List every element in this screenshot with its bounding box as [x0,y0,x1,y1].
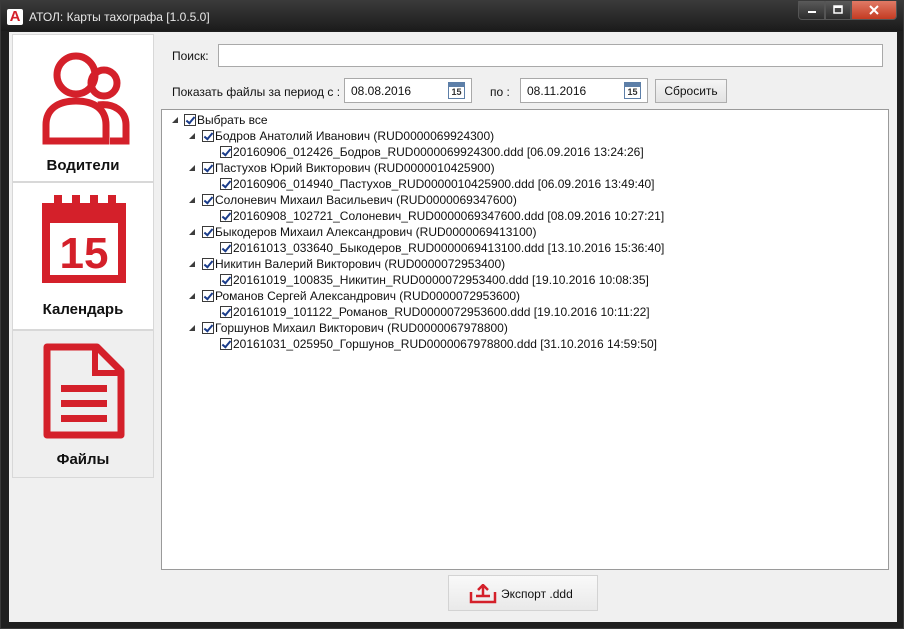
expand-toggle-icon[interactable] [189,293,195,299]
calendar-picker-icon[interactable]: 15 [624,82,641,99]
sidebar-item-label: Водители [46,157,120,174]
checkbox[interactable] [202,258,214,270]
tree-item-label: Бодров Анатолий Иванович (RUD00000699243… [215,129,495,143]
checkbox[interactable] [220,306,232,318]
checkbox[interactable] [220,178,232,190]
minimize-button[interactable] [798,1,825,20]
reset-button[interactable]: Сбросить [655,79,727,103]
checkbox[interactable] [202,194,214,206]
expand-toggle-icon[interactable] [172,117,178,123]
drivers-icon [42,52,130,145]
sidebar: Водители 15 Календарь Файлы [12,34,154,478]
checkbox[interactable] [184,114,196,126]
tree-item-label: 20160906_012426_Бодров_RUD0000069924300.… [233,145,644,159]
file-tree-item[interactable]: 20161019_100835_Никитин_RUD0000072953400… [162,272,882,288]
tree-item-label: 20160906_014940_Пастухов_RUD000001042590… [233,177,655,191]
expand-toggle-icon[interactable] [189,197,195,203]
tree-item-label: Солоневич Михаил Васильевич (RUD00000693… [215,193,517,207]
tree-item-label: Пастухов Юрий Викторович (RUD00000104259… [215,161,495,175]
close-button[interactable] [851,1,897,20]
search-label: Поиск: [172,49,209,63]
window-controls [798,1,897,22]
checkbox[interactable] [220,242,232,254]
checkbox[interactable] [220,146,232,158]
files-tree: Выбрать все Бодров Анатолий Иванович (RUD… [161,109,889,570]
tree-item-label: 20161031_025950_Горшунов_RUD000006797880… [233,337,658,351]
file-tree-item[interactable]: 20160906_012426_Бодров_RUD0000069924300.… [162,144,882,160]
close-icon [869,5,879,15]
file-tree-item[interactable]: 20160906_014940_Пастухов_RUD000001042590… [162,176,882,192]
tree-item-label: 20161019_100835_Никитин_RUD0000072953400… [233,273,649,287]
driver-tree-item[interactable]: Солоневич Михаил Васильевич (RUD00000693… [162,192,882,208]
tree-item-label: Никитин Валерий Викторович (RUD000007295… [215,257,506,271]
export-button[interactable]: Экспорт .ddd [448,575,598,611]
date-from-value: 08.08.2016 [351,84,412,98]
main-client-area: Водители 15 Календарь Файлы Поиск: Показ… [9,32,897,622]
period-label: Показать файлы за период с : [172,85,341,99]
checkbox[interactable] [202,290,214,302]
window-title: АТОЛ: Карты тахографа [1.0.5.0] [29,10,210,24]
sidebar-item-calendar[interactable]: 15 Календарь [12,182,154,330]
checkbox[interactable] [202,322,214,334]
tree-item-label: 20161019_101122_Романов_RUD0000072953600… [233,305,650,319]
tree-item-label: 20161013_033640_Быкодеров_RUD00000694131… [233,241,665,255]
tree-item-label: Горшунов Михаил Викторович (RUD000006797… [215,321,508,335]
calendar-icon-day: 15 [60,229,109,278]
sidebar-item-drivers[interactable]: Водители [12,34,154,182]
tree-item-label: Выбрать все [197,113,268,127]
export-icon [469,584,497,604]
calendar-picker-icon[interactable]: 15 [448,82,465,99]
tree-item-label: 20160908_102721_Солоневич_RUD00000693476… [233,209,665,223]
driver-tree-item[interactable]: Бодров Анатолий Иванович (RUD00000699243… [162,128,882,144]
export-label: Экспорт .ddd [501,587,573,601]
files-icon [43,343,125,439]
period-to-label: по : [490,85,510,99]
calendar-icon: 15 [42,195,126,283]
app-window: A АТОЛ: Карты тахографа [1.0.5.0] Водите… [0,0,904,629]
checkbox[interactable] [202,130,214,142]
expand-toggle-icon[interactable] [189,325,195,331]
select-all-item[interactable]: Выбрать все [162,112,882,128]
checkbox[interactable] [220,338,232,350]
search-input[interactable] [218,44,883,67]
date-to-value: 08.11.2016 [527,84,587,98]
date-from-picker[interactable]: 08.08.2016 15 [344,78,472,103]
driver-tree-item[interactable]: Быкодеров Михаил Александрович (RUD00000… [162,224,882,240]
file-tree-item[interactable]: 20161019_101122_Романов_RUD0000072953600… [162,304,882,320]
title-bar[interactable]: A АТОЛ: Карты тахографа [1.0.5.0] [1,1,903,31]
checkbox[interactable] [202,226,214,238]
file-tree-item[interactable]: 20160908_102721_Солоневич_RUD00000693476… [162,208,882,224]
expand-toggle-icon[interactable] [189,261,195,267]
sidebar-item-label: Файлы [56,451,110,468]
driver-tree-item[interactable]: Романов Сергей Александрович (RUD0000072… [162,288,882,304]
expand-toggle-icon[interactable] [189,133,195,139]
maximize-icon [833,5,843,14]
maximize-button[interactable] [825,1,851,20]
checkbox[interactable] [220,210,232,222]
driver-tree-item[interactable]: Пастухов Юрий Викторович (RUD00000104259… [162,160,882,176]
date-to-picker[interactable]: 08.11.2016 15 [520,78,648,103]
driver-tree-item[interactable]: Никитин Валерий Викторович (RUD000007295… [162,256,882,272]
checkbox[interactable] [202,162,214,174]
expand-toggle-icon[interactable] [189,229,195,235]
driver-tree-item[interactable]: Горшунов Михаил Викторович (RUD000006797… [162,320,882,336]
file-tree-item[interactable]: 20161031_025950_Горшунов_RUD000006797880… [162,336,882,352]
tree-item-label: Романов Сергей Александрович (RUD0000072… [215,289,521,303]
file-tree-item[interactable]: 20161013_033640_Быкодеров_RUD00000694131… [162,240,882,256]
checkbox[interactable] [220,274,232,286]
sidebar-item-label: Календарь [42,301,124,318]
tree-item-label: Быкодеров Михаил Александрович (RUD00000… [215,225,537,239]
atol-logo-icon: A [7,9,23,25]
sidebar-item-files[interactable]: Файлы [12,330,154,478]
expand-toggle-icon[interactable] [189,165,195,171]
minimize-icon [807,11,816,13]
